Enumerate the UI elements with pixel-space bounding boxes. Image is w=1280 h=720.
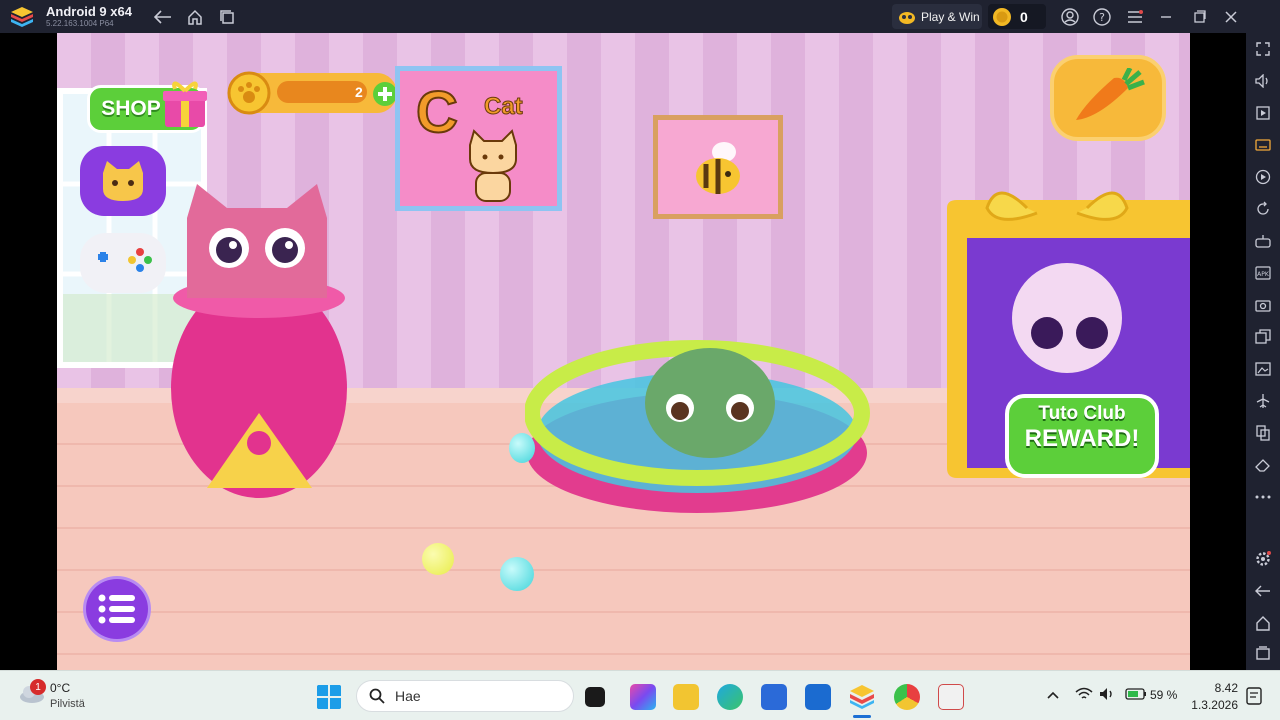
battery-icon[interactable] [1125,688,1147,700]
back-arrow-icon[interactable] [152,6,174,28]
coin-icon [993,7,1011,26]
emulator-version: 5.22.163.1004 P64 [46,19,114,28]
screen-record-icon[interactable] [1252,103,1274,123]
speaker-icon[interactable] [1099,687,1115,701]
help-icon[interactable]: ? [1091,6,1113,28]
airplane-mode-icon[interactable] [1252,391,1274,411]
maximize-icon[interactable] [1188,6,1210,28]
game-screen[interactable]: SHOP 2 C Cat Tuto Club REWARD! [57,33,1190,670]
close-icon[interactable] [1220,6,1242,28]
copilot-icon[interactable] [630,684,656,710]
windows-taskbar: 1 0°C Pilvistä Hae 59 % 8.42 1.3.2026 [0,670,1280,720]
keyboard-icon[interactable] [1252,135,1274,155]
emulator-sidebar: APK [1246,33,1280,670]
battery-percentage[interactable]: 59 % [1150,688,1177,702]
account-icon[interactable] [1059,6,1081,28]
active-app-indicator [853,715,871,718]
paw-coin-icon [227,71,271,115]
chevron-up-icon[interactable] [1046,690,1060,700]
coin-count: 0 [1020,8,1028,25]
notification-icon[interactable] [1246,687,1262,705]
macro-icon[interactable] [1252,167,1274,187]
emulator-title-bar: Android 9 x64 5.22.163.1004 P64 Play & W… [0,0,1280,33]
list-menu-icon [98,594,135,624]
android-home-icon[interactable] [1252,613,1274,633]
reward-line1: Tuto Club [1038,403,1126,424]
menu-icon[interactable] [1124,6,1146,28]
gamepad-icon [899,11,915,24]
weather-badge: 1 [30,679,46,695]
paw-counter-track [277,81,367,103]
microsoft-store-icon[interactable] [761,684,787,710]
eraser-icon[interactable] [1252,455,1274,475]
weather-description[interactable]: Pilvistä [50,698,85,710]
cyan-ball-small[interactable] [509,433,535,463]
coin-balance[interactable]: 0 [988,4,1046,29]
task-view-icon[interactable] [585,687,605,707]
carrot-icon [1076,68,1145,120]
left-letterbox [0,33,57,670]
chrome-icon[interactable] [894,684,920,710]
multi-instance-icon[interactable] [1252,327,1274,347]
wifi-icon[interactable] [1075,687,1093,701]
more-options-icon[interactable] [1252,487,1274,507]
play-and-win-button[interactable]: Play & Win [892,4,982,29]
emulator-title: Android 9 x64 [46,4,132,19]
home-icon[interactable] [184,6,206,28]
cat-illustration-icon [469,129,517,202]
copy-icon[interactable] [1252,423,1274,443]
pet-leopard-in-pod[interactable] [167,178,367,498]
reward-badge[interactable]: Tuto Club REWARD! [1022,403,1142,453]
poster-word: Cat [484,93,524,121]
snipping-tool-icon[interactable] [938,684,964,710]
screenshot-icon[interactable] [1252,295,1274,315]
bee-illustration-icon [696,142,740,194]
cyan-ball[interactable] [500,557,534,591]
android-recents-icon[interactable] [1252,643,1274,663]
minigames-button[interactable] [80,233,166,293]
yellow-ball[interactable] [422,543,454,575]
paw-counter-value: 2 [355,84,363,100]
fullscreen-icon[interactable] [1252,39,1274,59]
ball-pool-with-pet[interactable] [525,323,870,523]
clock-date[interactable]: 1.3.2026 [1188,698,1238,712]
gamepad-icon [98,248,152,272]
bluestacks-logo-icon [11,7,33,27]
play-and-win-label: Play & Win [921,9,980,24]
volume-icon[interactable] [1252,71,1274,91]
search-placeholder: Hae [395,688,421,704]
cat-face-icon [103,161,143,201]
bee-poster [653,115,783,219]
windows-start-icon[interactable] [316,684,342,710]
svg-text:APK: APK [1257,271,1270,278]
main-menu-button[interactable] [83,576,151,642]
taskbar-search-box[interactable]: Hae [356,680,574,712]
android-back-icon[interactable] [1252,581,1274,601]
shop-label: SHOP [101,97,161,120]
svg-text:?: ? [1099,11,1105,24]
gift-box-icon [163,81,207,127]
food-button[interactable] [1050,55,1166,141]
gamepad-controls-icon[interactable] [1252,231,1274,251]
outlook-icon[interactable] [805,684,831,710]
media-folder-icon[interactable] [1252,359,1274,379]
recents-icon[interactable] [216,6,238,28]
apk-install-icon[interactable]: APK [1252,263,1274,283]
edge-browser-icon[interactable] [717,684,743,710]
settings-gear-icon[interactable] [1252,549,1274,569]
clock-time[interactable]: 8.42 [1192,681,1238,695]
rotate-icon[interactable] [1252,199,1274,219]
bluestacks-taskbar-icon[interactable] [849,684,875,710]
letter-poster: C Cat [395,66,562,211]
weather-temperature[interactable]: 0°C [50,681,70,695]
right-letterbox [1190,33,1246,670]
reward-line2: REWARD! [1024,425,1140,452]
search-icon [369,688,385,704]
file-explorer-icon[interactable] [673,684,699,710]
pet-select-button[interactable] [80,146,166,216]
poster-letter: C [415,79,459,146]
minimize-icon[interactable] [1155,6,1177,28]
